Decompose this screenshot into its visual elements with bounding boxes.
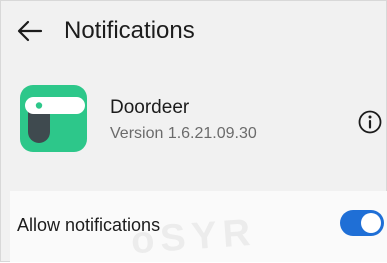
header: Notifications: [1, 1, 386, 63]
door-handle-icon: [20, 85, 87, 152]
info-icon: [358, 110, 382, 134]
back-button[interactable]: [15, 17, 45, 45]
toggle-knob: [361, 213, 381, 233]
app-icon: [20, 85, 87, 152]
notifications-screen: Notifications Doordeer Version 1.6.21.09…: [0, 0, 387, 262]
app-version: Version 1.6.21.09.30: [110, 125, 257, 142]
app-info-row: Doordeer Version 1.6.21.09.30: [1, 63, 386, 191]
app-info-button[interactable]: [357, 109, 383, 135]
app-name: Doordeer: [110, 97, 190, 118]
allow-notifications-toggle[interactable]: [340, 210, 384, 236]
allow-notifications-label: Allow notifications: [17, 215, 161, 235]
page-title: Notifications: [64, 17, 195, 44]
arrow-left-icon: [17, 20, 43, 42]
